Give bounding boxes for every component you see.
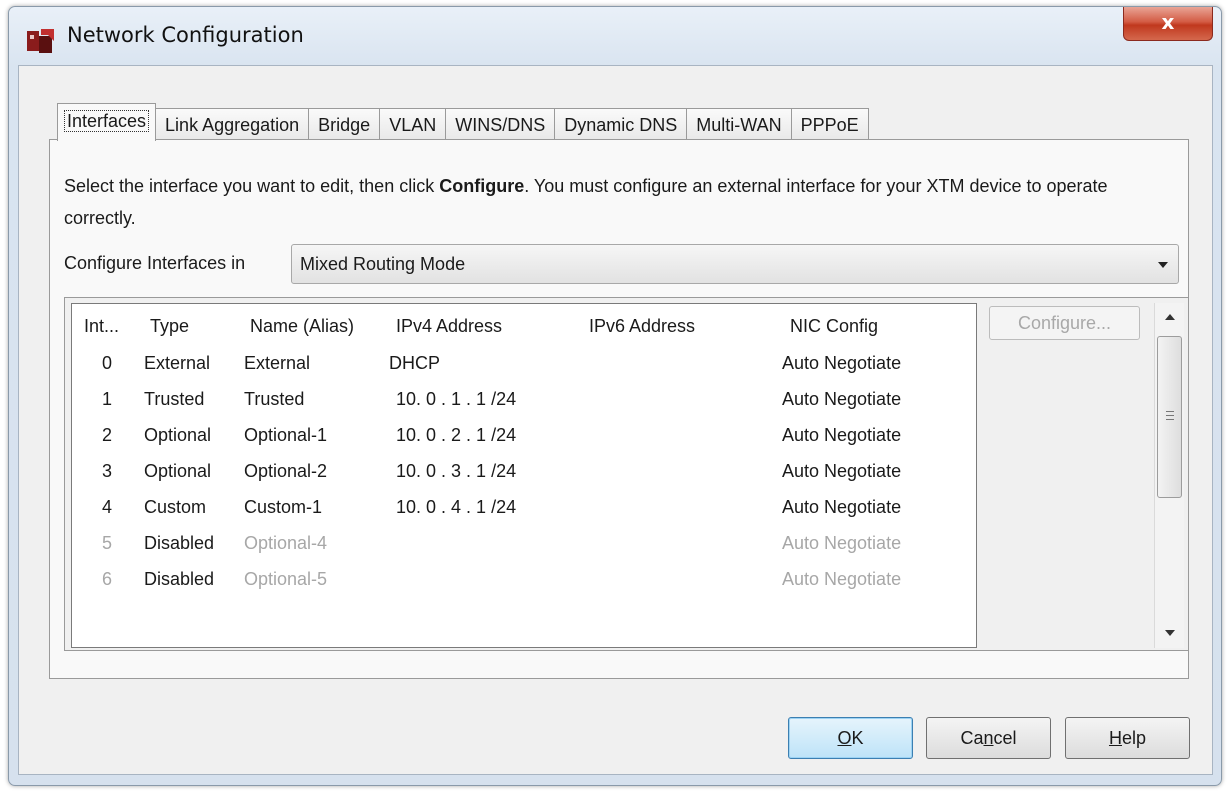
chevron-down-icon bbox=[1158, 262, 1168, 268]
cell-nic: Auto Negotiate bbox=[782, 461, 902, 481]
cell-ipv4: DHCP bbox=[389, 353, 441, 373]
cell-nic: Auto Negotiate bbox=[782, 569, 902, 589]
col-header-name[interactable]: Name (Alias) bbox=[250, 316, 354, 337]
help-mnemonic: H bbox=[1108, 728, 1122, 748]
cancel-label-post: cel bbox=[993, 728, 1017, 748]
cell-type: Trusted bbox=[144, 389, 205, 409]
ok-button[interactable]: OK bbox=[788, 717, 913, 759]
tab-interfaces[interactable]: Interfaces bbox=[57, 103, 157, 141]
cell-nic: Auto Negotiate bbox=[782, 497, 902, 517]
cell-type: Optional bbox=[144, 425, 212, 445]
cell-ipv4: 10. 0 . 1 . 1 /24 bbox=[396, 389, 517, 409]
watchguard-logo-icon bbox=[27, 29, 54, 53]
arrow-up-icon bbox=[1165, 314, 1175, 320]
cell-nic: Auto Negotiate bbox=[782, 353, 902, 373]
scroll-up-button[interactable] bbox=[1155, 303, 1185, 333]
routing-mode-select[interactable]: Mixed Routing Mode bbox=[291, 244, 1179, 284]
help-label-rest: elp bbox=[1121, 728, 1147, 748]
help-button[interactable]: Help bbox=[1065, 717, 1190, 759]
table-row[interactable]: 0 External External DHCP Auto Negotiate bbox=[72, 348, 976, 384]
cell-name: Trusted bbox=[244, 389, 305, 409]
network-configuration-window: Network Configuration x Interfaces Link … bbox=[8, 6, 1222, 786]
table-row[interactable]: 5 Disabled Optional-4 Auto Negotiate bbox=[72, 528, 976, 564]
col-header-nic[interactable]: NIC Config bbox=[790, 316, 878, 337]
ok-mnemonic: O bbox=[837, 728, 852, 748]
cell-name: Optional-4 bbox=[244, 533, 328, 553]
tab-strip: Interfaces Link Aggregation Bridge VLAN … bbox=[57, 101, 869, 141]
cell-int: 3 bbox=[102, 461, 113, 481]
tab-wins-dns[interactable]: WINS/DNS bbox=[445, 108, 556, 141]
instructions-text: Select the interface you want to edit, t… bbox=[64, 170, 1174, 234]
cell-int: 1 bbox=[102, 389, 113, 409]
table-row[interactable]: 1 Trusted Trusted 10. 0 . 1 . 1 /24 Auto… bbox=[72, 384, 976, 420]
cell-name: Optional-5 bbox=[244, 569, 328, 589]
close-button[interactable]: x bbox=[1123, 7, 1213, 41]
tab-pppoe[interactable]: PPPoE bbox=[790, 108, 869, 141]
col-header-ipv4[interactable]: IPv4 Address bbox=[396, 316, 502, 337]
cell-type: Custom bbox=[144, 497, 207, 517]
table-row[interactable]: 3 Optional Optional-2 10. 0 . 3 . 1 /24 … bbox=[72, 456, 976, 492]
cancel-label-pre: Ca bbox=[960, 728, 984, 748]
cancel-button[interactable]: Cancel bbox=[926, 717, 1051, 759]
arrow-down-icon bbox=[1165, 630, 1175, 636]
cell-name: Optional-1 bbox=[244, 425, 328, 445]
vertical-scrollbar[interactable] bbox=[1154, 303, 1184, 648]
cell-int: 5 bbox=[102, 533, 113, 553]
cell-int: 6 bbox=[102, 569, 113, 589]
tab-link-aggregation[interactable]: Link Aggregation bbox=[155, 108, 310, 141]
tab-multi-wan[interactable]: Multi-WAN bbox=[686, 108, 792, 141]
cell-name: Optional-2 bbox=[244, 461, 328, 481]
window-title: Network Configuration bbox=[67, 23, 304, 47]
cell-int: 0 bbox=[102, 353, 113, 373]
interfaces-table[interactable]: Int... Type Name (Alias) IPv4 Address IP… bbox=[71, 303, 977, 648]
dialog-client-area: Interfaces Link Aggregation Bridge VLAN … bbox=[18, 65, 1213, 775]
cell-type: Optional bbox=[144, 461, 212, 481]
instructions-bold: Configure bbox=[439, 176, 525, 196]
scroll-down-button[interactable] bbox=[1155, 618, 1185, 648]
configure-interfaces-label: Configure Interfaces in bbox=[64, 253, 246, 273]
table-row[interactable]: 2 Optional Optional-1 10. 0 . 2 . 1 /24 … bbox=[72, 420, 976, 456]
table-row[interactable]: 4 Custom Custom-1 10. 0 . 4 . 1 /24 Auto… bbox=[72, 492, 976, 528]
grip-icon bbox=[1166, 411, 1174, 420]
configure-button[interactable]: Configure... bbox=[989, 306, 1140, 340]
cell-type: External bbox=[144, 353, 211, 373]
cell-type: Disabled bbox=[144, 533, 215, 553]
tab-vlan[interactable]: VLAN bbox=[379, 108, 447, 141]
cell-ipv4: 10. 0 . 2 . 1 /24 bbox=[396, 425, 517, 445]
cell-int: 2 bbox=[102, 425, 113, 445]
cell-ipv4: 10. 0 . 4 . 1 /24 bbox=[396, 497, 517, 517]
instructions-part-1: Select the interface you want to edit, t… bbox=[64, 176, 440, 196]
cell-nic: Auto Negotiate bbox=[782, 389, 902, 409]
cell-ipv4: 10. 0 . 3 . 1 /24 bbox=[396, 461, 517, 481]
tab-dynamic-dns[interactable]: Dynamic DNS bbox=[554, 108, 688, 141]
cell-nic: Auto Negotiate bbox=[782, 533, 902, 553]
ok-label-rest: K bbox=[851, 728, 864, 748]
col-header-int[interactable]: Int... bbox=[84, 316, 119, 337]
col-header-type[interactable]: Type bbox=[150, 316, 189, 337]
cell-name: Custom-1 bbox=[244, 497, 323, 517]
title-bar[interactable]: Network Configuration x bbox=[9, 7, 1221, 65]
cell-type: Disabled bbox=[144, 569, 215, 589]
col-header-ipv6[interactable]: IPv6 Address bbox=[589, 316, 695, 337]
interfaces-list-frame: Int... Type Name (Alias) IPv4 Address IP… bbox=[64, 297, 1189, 651]
cell-name: External bbox=[244, 353, 311, 373]
interfaces-panel: Select the interface you want to edit, t… bbox=[49, 139, 1189, 679]
cancel-mnemonic: n bbox=[983, 728, 994, 748]
cell-int: 4 bbox=[102, 497, 113, 517]
scroll-thumb[interactable] bbox=[1157, 336, 1182, 498]
cell-nic: Auto Negotiate bbox=[782, 425, 902, 445]
tab-bridge[interactable]: Bridge bbox=[308, 108, 381, 141]
routing-mode-value: Mixed Routing Mode bbox=[300, 254, 466, 274]
tab-label: Interfaces bbox=[64, 110, 150, 132]
table-row[interactable]: 6 Disabled Optional-5 Auto Negotiate bbox=[72, 564, 976, 600]
